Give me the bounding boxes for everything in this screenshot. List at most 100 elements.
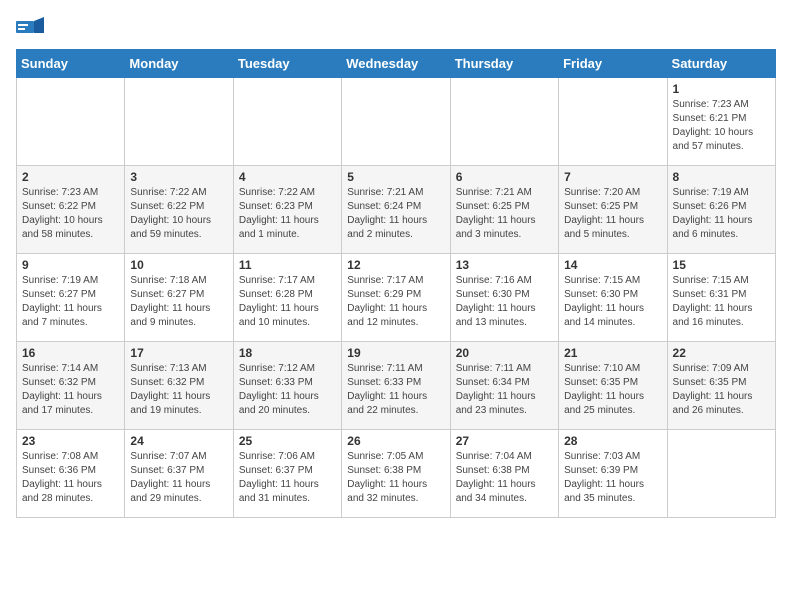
day-number: 22 <box>673 346 770 360</box>
day-cell: 11 Sunrise: 7:17 AM Sunset: 6:28 PM Dayli… <box>233 254 341 342</box>
day-number: 19 <box>347 346 444 360</box>
day-cell: 6 Sunrise: 7:21 AM Sunset: 6:25 PM Daylig… <box>450 166 558 254</box>
day-cell <box>125 78 233 166</box>
day-number: 20 <box>456 346 553 360</box>
day-cell: 28Sunrise: 7:03 AM Sunset: 6:39 PM Dayli… <box>559 430 667 518</box>
day-number: 17 <box>130 346 227 360</box>
logo <box>16 16 48 37</box>
day-cell: 27Sunrise: 7:04 AM Sunset: 6:38 PM Dayli… <box>450 430 558 518</box>
week-row-1: 1Sunrise: 7:23 AM Sunset: 6:21 PM Daylig… <box>17 78 776 166</box>
day-cell: 25 Sunrise: 7:06 AM Sunset: 6:37 PM Dayli… <box>233 430 341 518</box>
day-info: Sunrise: 7:15 AM Sunset: 6:31 PM Dayligh… <box>673 274 770 330</box>
day-info: Sunrise: 7:15 AM Sunset: 6:30 PM Dayligh… <box>564 274 661 330</box>
day-number: 11 <box>239 258 336 272</box>
day-cell: 4 Sunrise: 7:22 AM Sunset: 6:23 PM Daylig… <box>233 166 341 254</box>
day-number: 18 <box>239 346 336 360</box>
day-info: Sunrise: 7:21 AM Sunset: 6:24 PM Dayligh… <box>347 186 444 242</box>
day-info: Sunrise: 7:17 AM Sunset: 6:29 PM Dayligh… <box>347 274 444 330</box>
day-cell: 18 Sunrise: 7:12 AM Sunset: 6:33 PM Dayli… <box>233 342 341 430</box>
day-info: Sunrise: 7:13 AM Sunset: 6:32 PM Dayligh… <box>130 362 227 418</box>
weekday-header-wednesday: Wednesday <box>342 50 450 78</box>
day-cell: 17 Sunrise: 7:13 AM Sunset: 6:32 PM Dayli… <box>125 342 233 430</box>
day-number: 3 <box>130 170 227 184</box>
day-info: Sunrise: 7:04 AM Sunset: 6:38 PM Dayligh… <box>456 450 553 506</box>
weekday-header-monday: Monday <box>125 50 233 78</box>
day-cell: 26 Sunrise: 7:05 AM Sunset: 6:38 PM Dayli… <box>342 430 450 518</box>
day-cell: 2 Sunrise: 7:23 AM Sunset: 6:22 PM Daylig… <box>17 166 125 254</box>
day-number: 28 <box>564 434 661 448</box>
day-cell: 1Sunrise: 7:23 AM Sunset: 6:21 PM Daylig… <box>667 78 775 166</box>
day-cell: 20 Sunrise: 7:11 AM Sunset: 6:34 PM Dayli… <box>450 342 558 430</box>
day-number: 4 <box>239 170 336 184</box>
day-info: Sunrise: 7:09 AM Sunset: 6:35 PM Dayligh… <box>673 362 770 418</box>
day-number: 12 <box>347 258 444 272</box>
week-row-5: 23 Sunrise: 7:08 AM Sunset: 6:36 PM Dayli… <box>17 430 776 518</box>
day-cell <box>667 430 775 518</box>
day-info: Sunrise: 7:16 AM Sunset: 6:30 PM Dayligh… <box>456 274 553 330</box>
day-number: 9 <box>22 258 119 272</box>
day-info: Sunrise: 7:05 AM Sunset: 6:38 PM Dayligh… <box>347 450 444 506</box>
day-number: 21 <box>564 346 661 360</box>
day-info: Sunrise: 7:06 AM Sunset: 6:37 PM Dayligh… <box>239 450 336 506</box>
day-number: 6 <box>456 170 553 184</box>
day-number: 23 <box>22 434 119 448</box>
weekday-header-friday: Friday <box>559 50 667 78</box>
day-cell: 24 Sunrise: 7:07 AM Sunset: 6:37 PM Dayli… <box>125 430 233 518</box>
day-info: Sunrise: 7:23 AM Sunset: 6:21 PM Dayligh… <box>673 98 770 154</box>
day-info: Sunrise: 7:07 AM Sunset: 6:37 PM Dayligh… <box>130 450 227 506</box>
day-number: 15 <box>673 258 770 272</box>
day-info: Sunrise: 7:18 AM Sunset: 6:27 PM Dayligh… <box>130 274 227 330</box>
day-info: Sunrise: 7:17 AM Sunset: 6:28 PM Dayligh… <box>239 274 336 330</box>
week-row-2: 2 Sunrise: 7:23 AM Sunset: 6:22 PM Daylig… <box>17 166 776 254</box>
day-number: 26 <box>347 434 444 448</box>
day-info: Sunrise: 7:19 AM Sunset: 6:27 PM Dayligh… <box>22 274 119 330</box>
day-cell: 22 Sunrise: 7:09 AM Sunset: 6:35 PM Dayli… <box>667 342 775 430</box>
weekday-header-row: SundayMondayTuesdayWednesdayThursdayFrid… <box>17 50 776 78</box>
day-info: Sunrise: 7:08 AM Sunset: 6:36 PM Dayligh… <box>22 450 119 506</box>
weekday-header-tuesday: Tuesday <box>233 50 341 78</box>
day-info: Sunrise: 7:22 AM Sunset: 6:22 PM Dayligh… <box>130 186 227 242</box>
day-info: Sunrise: 7:19 AM Sunset: 6:26 PM Dayligh… <box>673 186 770 242</box>
day-number: 16 <box>22 346 119 360</box>
day-info: Sunrise: 7:14 AM Sunset: 6:32 PM Dayligh… <box>22 362 119 418</box>
day-cell: 3 Sunrise: 7:22 AM Sunset: 6:22 PM Daylig… <box>125 166 233 254</box>
day-info: Sunrise: 7:23 AM Sunset: 6:22 PM Dayligh… <box>22 186 119 242</box>
day-cell: 23 Sunrise: 7:08 AM Sunset: 6:36 PM Dayli… <box>17 430 125 518</box>
day-cell: 8Sunrise: 7:19 AM Sunset: 6:26 PM Daylig… <box>667 166 775 254</box>
day-cell: 7Sunrise: 7:20 AM Sunset: 6:25 PM Daylig… <box>559 166 667 254</box>
week-row-4: 16 Sunrise: 7:14 AM Sunset: 6:32 PM Dayli… <box>17 342 776 430</box>
day-number: 2 <box>22 170 119 184</box>
day-number: 5 <box>347 170 444 184</box>
day-cell: 5 Sunrise: 7:21 AM Sunset: 6:24 PM Daylig… <box>342 166 450 254</box>
day-cell: 21 Sunrise: 7:10 AM Sunset: 6:35 PM Dayli… <box>559 342 667 430</box>
day-cell: 19 Sunrise: 7:11 AM Sunset: 6:33 PM Dayli… <box>342 342 450 430</box>
day-number: 10 <box>130 258 227 272</box>
day-cell: 14 Sunrise: 7:15 AM Sunset: 6:30 PM Dayli… <box>559 254 667 342</box>
day-number: 24 <box>130 434 227 448</box>
day-info: Sunrise: 7:11 AM Sunset: 6:34 PM Dayligh… <box>456 362 553 418</box>
day-number: 25 <box>239 434 336 448</box>
calendar: SundayMondayTuesdayWednesdayThursdayFrid… <box>16 49 776 518</box>
day-info: Sunrise: 7:10 AM Sunset: 6:35 PM Dayligh… <box>564 362 661 418</box>
day-cell <box>17 78 125 166</box>
day-cell <box>450 78 558 166</box>
day-info: Sunrise: 7:21 AM Sunset: 6:25 PM Dayligh… <box>456 186 553 242</box>
day-cell: 10 Sunrise: 7:18 AM Sunset: 6:27 PM Dayli… <box>125 254 233 342</box>
day-info: Sunrise: 7:22 AM Sunset: 6:23 PM Dayligh… <box>239 186 336 242</box>
day-number: 14 <box>564 258 661 272</box>
logo-icon <box>16 17 44 37</box>
day-info: Sunrise: 7:12 AM Sunset: 6:33 PM Dayligh… <box>239 362 336 418</box>
day-number: 7 <box>564 170 661 184</box>
day-cell <box>559 78 667 166</box>
day-cell: 9 Sunrise: 7:19 AM Sunset: 6:27 PM Daylig… <box>17 254 125 342</box>
week-row-3: 9 Sunrise: 7:19 AM Sunset: 6:27 PM Daylig… <box>17 254 776 342</box>
day-cell: 13 Sunrise: 7:16 AM Sunset: 6:30 PM Dayli… <box>450 254 558 342</box>
day-info: Sunrise: 7:11 AM Sunset: 6:33 PM Dayligh… <box>347 362 444 418</box>
day-cell: 16 Sunrise: 7:14 AM Sunset: 6:32 PM Dayli… <box>17 342 125 430</box>
day-number: 13 <box>456 258 553 272</box>
weekday-header-thursday: Thursday <box>450 50 558 78</box>
day-cell: 12 Sunrise: 7:17 AM Sunset: 6:29 PM Dayli… <box>342 254 450 342</box>
day-cell: 15 Sunrise: 7:15 AM Sunset: 6:31 PM Dayli… <box>667 254 775 342</box>
header <box>16 16 776 37</box>
weekday-header-saturday: Saturday <box>667 50 775 78</box>
